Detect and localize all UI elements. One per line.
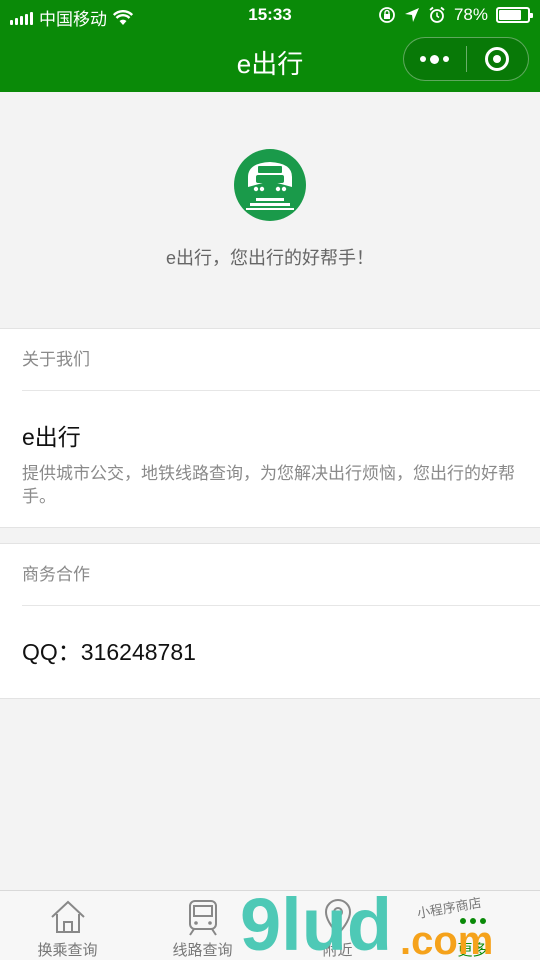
battery-icon xyxy=(496,7,533,23)
tab-nearby-label: 附近 xyxy=(322,942,353,959)
train-logo-icon xyxy=(234,149,306,221)
tab-bar: 换乘查询 线路查询 附近 更多 xyxy=(0,890,540,960)
business-card: 商务合作 QQ：316248781 xyxy=(0,543,540,699)
tab-line-label: 线路查询 xyxy=(172,942,233,959)
about-title: e出行 xyxy=(22,424,81,450)
about-description: 提供城市公交，地铁线路查询，为您解决出行烦恼，您出行的好帮手。 xyxy=(22,464,515,506)
tab-transfer[interactable]: 换乘查询 xyxy=(0,891,135,960)
status-bar: 中国移动 15:33 78% xyxy=(0,0,540,30)
rotation-lock-icon xyxy=(379,7,395,23)
location-arrow-icon xyxy=(404,8,419,22)
train-icon xyxy=(188,900,217,936)
qq-contact[interactable]: QQ：316248781 xyxy=(22,633,196,667)
about-card: 关于我们 e出行 提供城市公交，地铁线路查询，为您解决出行烦恼，您出行的好帮手。 xyxy=(0,328,540,528)
tab-more-label: 更多 xyxy=(457,942,488,959)
more-button[interactable] xyxy=(404,38,466,80)
home-icon xyxy=(50,900,85,933)
tab-transfer-label: 换乘查询 xyxy=(37,942,98,959)
battery-percent: 78% xyxy=(453,5,488,24)
more-dots-icon xyxy=(420,54,450,64)
location-pin-icon xyxy=(324,899,351,936)
close-button[interactable] xyxy=(467,38,529,80)
target-circle-icon xyxy=(485,47,510,71)
tab-line[interactable]: 线路查询 xyxy=(135,891,270,960)
nav-bar: e出行 xyxy=(0,30,540,92)
tab-nearby[interactable]: 附近 xyxy=(270,891,405,960)
more-icon xyxy=(459,918,486,924)
slogan-text: e出行，您出行的好帮手！ xyxy=(165,248,374,268)
mini-program-capsule xyxy=(403,37,529,81)
alarm-icon xyxy=(429,6,445,23)
business-header: 商务合作 xyxy=(22,544,540,606)
battery-fill xyxy=(499,10,521,20)
tab-more[interactable]: 更多 xyxy=(405,891,540,960)
about-header: 关于我们 xyxy=(22,329,540,391)
hero-section: e出行，您出行的好帮手！ xyxy=(0,92,540,328)
